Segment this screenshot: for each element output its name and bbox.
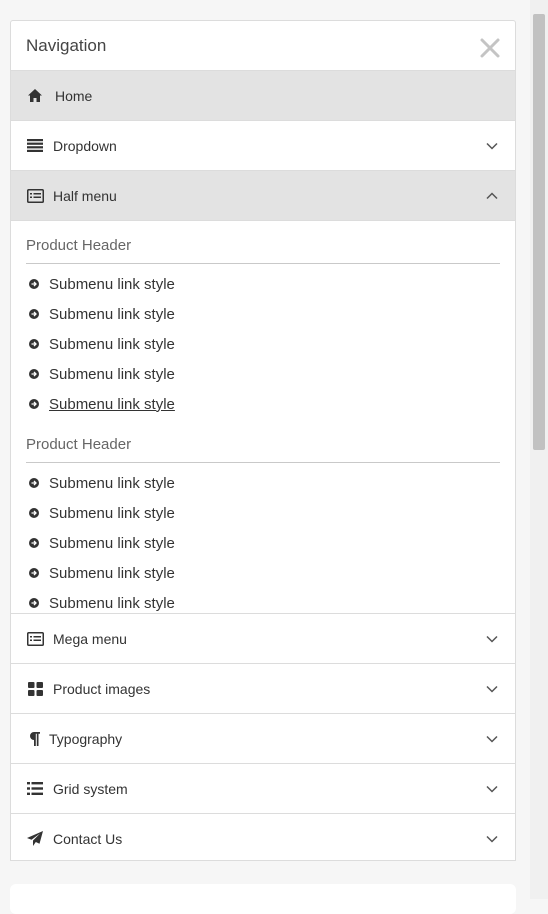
nav-item-typography[interactable]: Typography <box>11 713 515 763</box>
arrow-circle-right-icon <box>29 279 39 289</box>
scrollbar-track[interactable] <box>530 0 548 899</box>
next-card <box>10 884 516 914</box>
nav-item-grid-system[interactable]: Grid system <box>11 763 515 813</box>
chevron-down-icon <box>485 732 499 746</box>
submenu-link[interactable]: Submenu link style <box>26 558 500 588</box>
product-header: Product Header <box>26 221 500 264</box>
nav-item-half-menu[interactable]: Half menu <box>11 170 515 220</box>
submenu-link[interactable]: Submenu link style <box>26 498 500 528</box>
arrow-circle-right-icon <box>29 478 39 488</box>
nav-item-label: Home <box>55 87 93 104</box>
submenu-link[interactable]: Submenu link style <box>26 528 500 558</box>
submenu-link[interactable]: Submenu link style <box>26 329 500 359</box>
home-icon <box>26 87 44 105</box>
nav-item-home[interactable]: Home <box>11 70 515 120</box>
nav-item-label: Contact Us <box>53 830 123 847</box>
panel-header: Navigation <box>11 21 515 70</box>
nav-item-contact-us[interactable]: Contact Us <box>11 813 515 860</box>
chevron-down-icon <box>485 782 499 796</box>
submenu-list: Submenu link style Submenu link style Su… <box>26 264 500 419</box>
arrow-circle-right-icon <box>29 598 39 608</box>
paragraph-icon <box>26 730 44 748</box>
chevron-down-icon <box>485 139 499 153</box>
nav-item-label: Typography <box>49 730 123 747</box>
close-icon[interactable] <box>477 35 503 61</box>
card-list-icon <box>26 187 44 205</box>
list-lines-icon <box>26 137 44 155</box>
arrow-circle-right-icon <box>29 339 39 349</box>
chevron-down-icon <box>485 682 499 696</box>
nav-item-label: Product images <box>53 680 151 697</box>
nav-item-label: Grid system <box>53 780 128 797</box>
paper-plane-icon <box>26 830 44 848</box>
card-list-icon <box>26 630 44 648</box>
nav-item-mega-menu[interactable]: Mega menu <box>11 613 515 663</box>
submenu-link[interactable]: Submenu link style <box>26 299 500 329</box>
submenu-link[interactable]: Submenu link style <box>26 359 500 389</box>
nav-item-label: Half menu <box>53 187 117 204</box>
chevron-down-icon <box>485 632 499 646</box>
arrow-circle-right-icon <box>29 369 39 379</box>
navigation-panel: Navigation Home Dropdown Half menu Produ… <box>10 20 516 861</box>
product-header: Product Header <box>26 419 500 463</box>
submenu-link[interactable]: Submenu link style <box>26 269 500 299</box>
arrow-circle-right-icon <box>29 568 39 578</box>
panel-title: Navigation <box>26 36 107 55</box>
arrow-circle-right-icon <box>29 309 39 319</box>
arrow-circle-right-icon <box>29 508 39 518</box>
chevron-up-icon <box>485 189 499 203</box>
chevron-down-icon <box>485 832 499 846</box>
arrow-circle-right-icon <box>29 538 39 548</box>
grid-icon <box>26 680 44 698</box>
nav-item-label: Dropdown <box>53 137 117 154</box>
submenu-link[interactable]: Submenu link style <box>26 468 500 498</box>
submenu-link[interactable]: Submenu link style <box>26 389 500 419</box>
nav-item-dropdown[interactable]: Dropdown <box>11 120 515 170</box>
bullet-list-icon <box>26 780 44 798</box>
scrollbar-thumb[interactable] <box>533 14 545 450</box>
nav-item-label: Mega menu <box>53 630 127 647</box>
arrow-circle-right-icon <box>29 399 39 409</box>
half-menu-submenu: Product Header Submenu link style Submen… <box>11 220 515 613</box>
nav-item-product-images[interactable]: Product images <box>11 663 515 713</box>
submenu-list: Submenu link style Submenu link style Su… <box>26 463 500 618</box>
